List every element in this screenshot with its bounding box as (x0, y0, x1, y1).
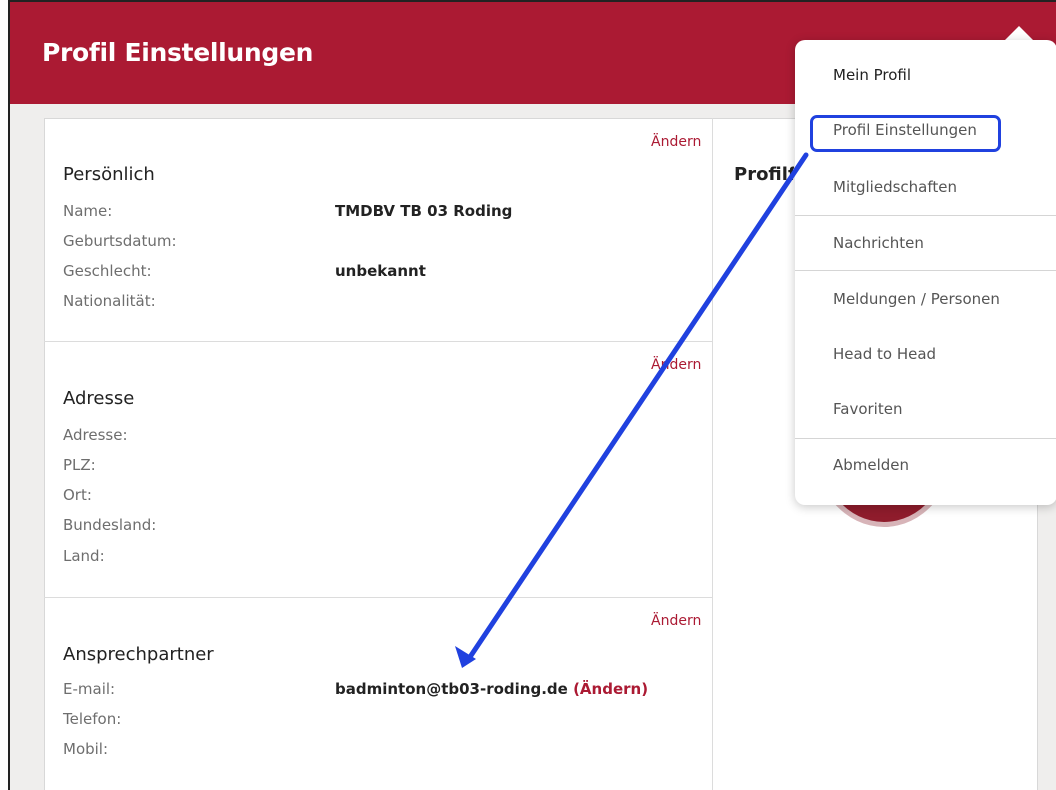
field-value-gender: unbekannt (335, 262, 426, 280)
menu-separator (795, 438, 1056, 439)
field-label-address: Adresse: (63, 426, 128, 444)
field-label-nationality: Nationalität: (63, 292, 156, 310)
page-title: Profil Einstellungen (42, 38, 314, 67)
page-frame: Profil Einstellungen Ändern Persönlich N… (8, 0, 1056, 790)
field-label-birthdate: Geburtsdatum: (63, 232, 177, 250)
menu-separator (795, 215, 1056, 216)
field-label-gender: Geschlecht: (63, 262, 152, 280)
menu-item-registrations[interactable]: Meldungen / Personen (833, 290, 1000, 308)
menu-item-messages[interactable]: Nachrichten (833, 234, 924, 252)
user-dropdown-menu (795, 40, 1056, 505)
personal-section-title: Persönlich (63, 164, 155, 185)
menu-item-logout[interactable]: Abmelden (833, 456, 909, 474)
section-divider (44, 341, 713, 342)
field-label-country: Land: (63, 547, 105, 565)
field-label-phone: Telefon: (63, 710, 122, 728)
field-label-city: Ort: (63, 486, 92, 504)
menu-item-head-to-head[interactable]: Head to Head (833, 345, 936, 363)
profile-photo-title: Profilfoto (734, 164, 794, 185)
field-label-name: Name: (63, 202, 113, 220)
field-label-email: E-mail: (63, 680, 116, 698)
email-change-link[interactable]: (Ändern) (573, 680, 648, 698)
address-section-title: Adresse (63, 388, 135, 409)
menu-item-favorites[interactable]: Favoriten (833, 400, 902, 418)
field-value-email: badminton@tb03-roding.de (Ändern) (335, 680, 648, 698)
annotation-highlight-box (810, 115, 1001, 152)
address-change-link[interactable]: Ändern (651, 357, 701, 373)
field-label-postal-code: PLZ: (63, 456, 96, 474)
dropdown-caret (1005, 26, 1033, 40)
email-value: badminton@tb03-roding.de (335, 680, 568, 698)
menu-separator (795, 270, 1056, 271)
menu-item-my-profile[interactable]: Mein Profil (833, 66, 911, 84)
contact-change-link[interactable]: Ändern (651, 613, 701, 629)
column-divider (712, 118, 713, 790)
contact-section-title: Ansprechpartner (63, 644, 214, 665)
field-label-state: Bundesland: (63, 516, 157, 534)
section-divider (44, 597, 713, 598)
personal-change-link[interactable]: Ändern (651, 134, 701, 150)
menu-item-memberships[interactable]: Mitgliedschaften (833, 178, 957, 196)
field-label-mobile: Mobil: (63, 740, 109, 758)
field-value-name: TMDBV TB 03 Roding (335, 202, 513, 220)
